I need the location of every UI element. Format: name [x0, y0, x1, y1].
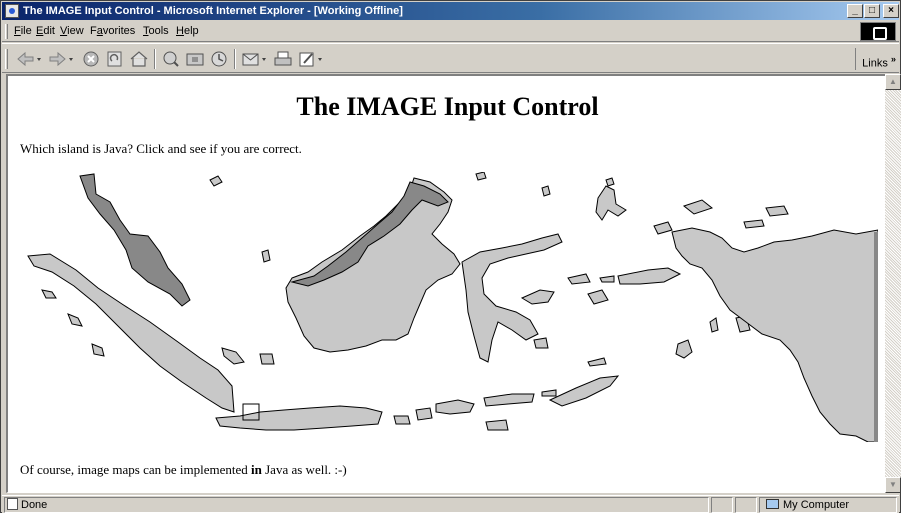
menu-bar: File Edit View Favorites Tools Help [2, 21, 899, 42]
menu-grip[interactable] [5, 24, 8, 39]
ternate-island[interactable] [605, 177, 615, 187]
search-icon [163, 51, 179, 67]
buton-island[interactable] [533, 337, 549, 349]
status-text: Done [21, 499, 48, 511]
status-bar: Done My Computer [2, 495, 899, 513]
banggai-island[interactable] [567, 273, 591, 285]
edit-button[interactable] [296, 49, 326, 69]
vertical-scrollbar[interactable]: ▲ ▼ [885, 74, 901, 493]
internet-explorer-icon[interactable] [5, 4, 19, 18]
stop-button[interactable] [80, 49, 102, 69]
mail-button[interactable] [240, 49, 270, 69]
stop-icon [83, 51, 99, 67]
print-button[interactable] [272, 49, 294, 69]
window-title: The IMAGE Input Control - Microsoft Inte… [23, 5, 403, 17]
forward-button[interactable] [46, 49, 76, 69]
wetar-island[interactable] [587, 357, 607, 367]
links-toolbar[interactable]: Links » [855, 48, 896, 70]
sumatra-island[interactable] [27, 253, 235, 413]
sulawesi-arm[interactable] [520, 289, 555, 305]
refresh-icon [107, 51, 122, 67]
maximize-button[interactable]: □ [864, 4, 880, 18]
bali-island[interactable] [393, 415, 411, 425]
kai-island[interactable] [709, 317, 719, 333]
map-border-strip [874, 232, 878, 442]
intro-text: Which island is Java? Click and see if y… [20, 141, 302, 156]
title-bar: The IMAGE Input Control - Microsoft Inte… [2, 2, 899, 20]
biak-island[interactable] [765, 205, 789, 217]
scroll-up-button[interactable]: ▲ [885, 74, 901, 90]
home-button[interactable] [128, 49, 150, 69]
minimize-button[interactable]: _ [847, 4, 863, 18]
page-content: The IMAGE Input Control Which island is … [6, 74, 885, 493]
menu-help[interactable]: Help [176, 25, 199, 37]
yapen-island[interactable] [743, 219, 765, 229]
small-island[interactable] [541, 185, 551, 197]
banda-island[interactable] [675, 339, 693, 359]
page-title: The IMAGE Input Control [296, 92, 599, 121]
links-label: Links [862, 57, 888, 70]
status-security-cell [735, 497, 757, 513]
toolbar-separator [154, 49, 156, 69]
toolbar-grip[interactable] [5, 49, 8, 69]
indonesia-map-image-input[interactable] [22, 172, 878, 442]
seram-island[interactable] [617, 267, 682, 285]
back-button[interactable] [14, 49, 44, 69]
history-button[interactable] [208, 49, 230, 69]
mentawai-island[interactable] [91, 343, 105, 357]
new-guinea-island[interactable] [671, 227, 878, 442]
favorites-icon [186, 53, 204, 66]
back-arrow-icon [17, 51, 41, 67]
close-button[interactable]: × [883, 4, 899, 18]
natuna-island[interactable] [209, 175, 223, 187]
mentawai-island[interactable] [67, 313, 83, 327]
footer-text: Of course, image maps can be implemented… [20, 462, 347, 477]
mentawai-island[interactable] [41, 289, 57, 299]
belitung-island[interactable] [259, 353, 275, 365]
timor-island[interactable] [548, 375, 620, 407]
standard-toolbar: Links » [2, 43, 899, 73]
browser-window: The IMAGE Input Control - Microsoft Inte… [0, 0, 901, 513]
sumba-island[interactable] [485, 419, 509, 431]
menu-edit[interactable]: Edit [36, 25, 55, 37]
menu-tools[interactable]: Tools [143, 25, 169, 37]
windows-logo-icon [860, 22, 896, 41]
mail-icon [242, 53, 266, 66]
sumbawa-island[interactable] [435, 399, 475, 415]
status-progress-cell [711, 497, 733, 513]
sula-islands[interactable] [599, 275, 615, 283]
scroll-down-button[interactable]: ▼ [885, 477, 901, 493]
menu-view[interactable]: View [60, 25, 84, 37]
refresh-button[interactable] [104, 49, 126, 69]
small-island[interactable] [475, 172, 487, 181]
java-island[interactable] [215, 405, 383, 431]
links-chevron-icon[interactable]: » [891, 54, 896, 64]
alor-island[interactable] [541, 389, 557, 397]
bangka-island[interactable] [221, 347, 245, 365]
toolbar-separator [234, 49, 236, 69]
small-island[interactable] [261, 249, 271, 263]
halmahera-island[interactable] [595, 185, 627, 221]
edit-icon [299, 52, 322, 67]
menu-favorites[interactable]: Favorites [90, 25, 135, 37]
waigeo-island[interactable] [682, 199, 714, 215]
my-computer-icon [766, 499, 779, 509]
page-icon [7, 498, 18, 510]
print-icon [274, 51, 292, 66]
search-button[interactable] [160, 49, 182, 69]
zone-text: My Computer [783, 499, 850, 511]
history-icon [211, 51, 227, 67]
forward-arrow-icon [49, 51, 73, 67]
favorites-button[interactable] [184, 49, 206, 69]
menu-file[interactable]: File [14, 25, 32, 37]
raja-ampat-island[interactable] [653, 221, 673, 235]
home-icon [130, 51, 148, 67]
flores-island[interactable] [483, 393, 535, 407]
status-zone-cell: My Computer [759, 497, 897, 513]
buru-island[interactable] [587, 289, 609, 305]
status-text-cell: Done [4, 497, 709, 513]
lombok-island[interactable] [415, 407, 433, 421]
